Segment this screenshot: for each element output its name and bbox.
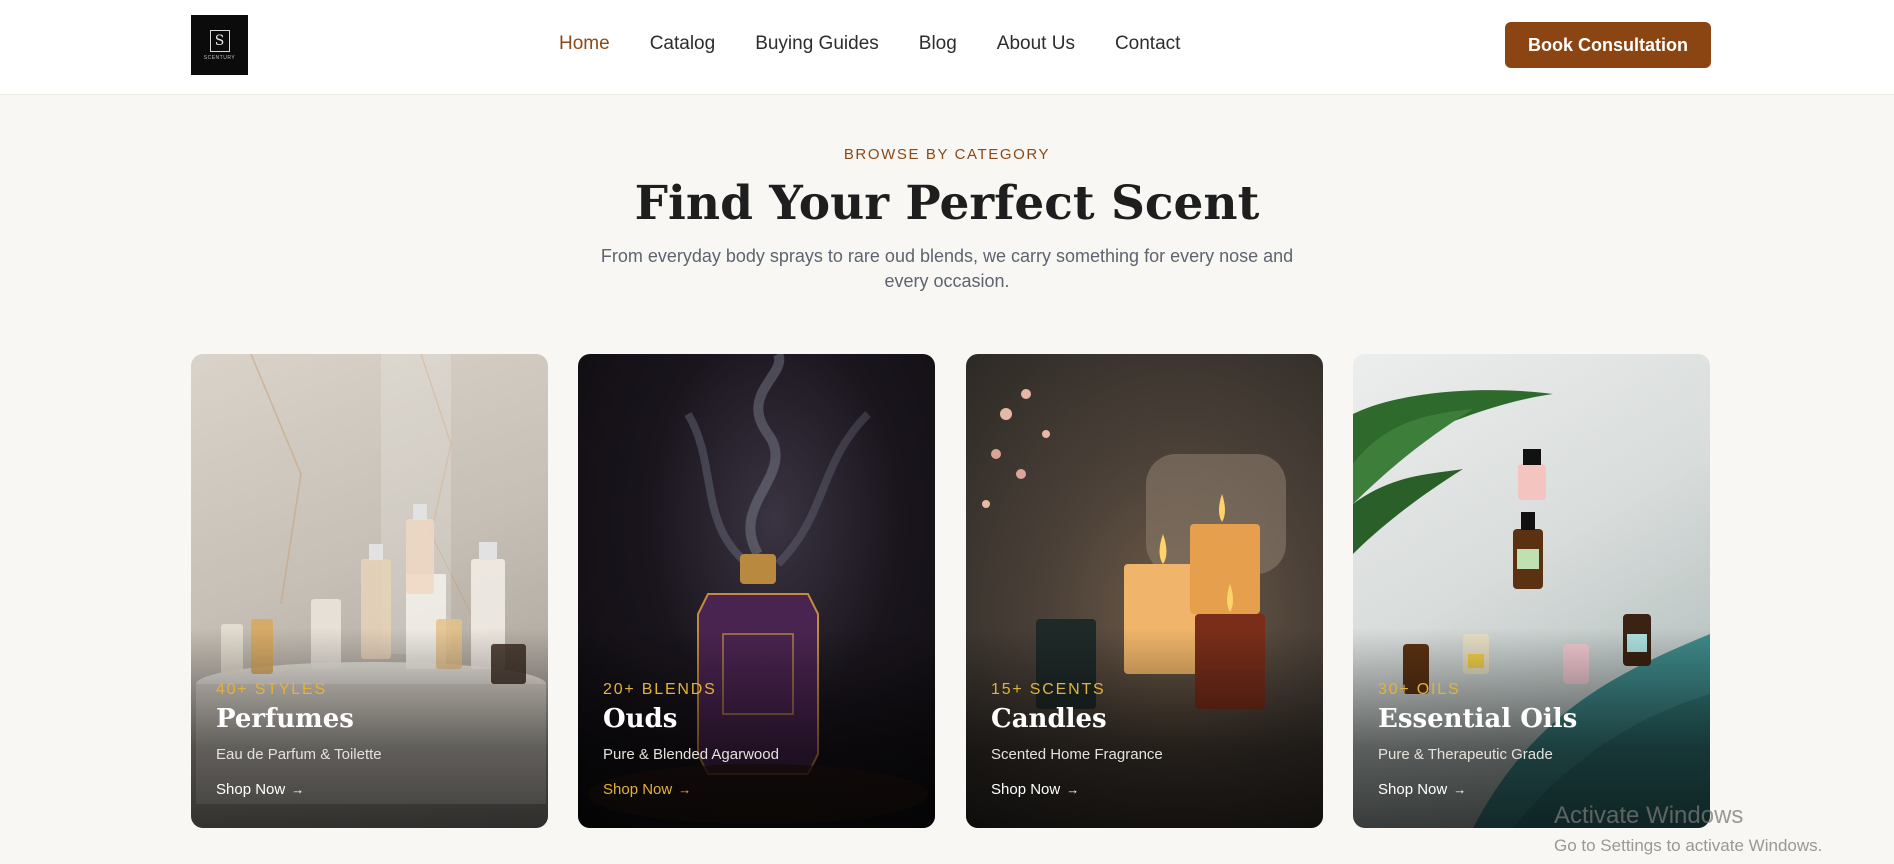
card-title: Ouds [603,704,678,734]
category-card-candles[interactable]: 15+ SCENTS Candles Scented Home Fragranc… [966,354,1323,828]
main-nav: Home Catalog Buying Guides Blog About Us… [559,33,1220,55]
logo-wordmark: SCENTURY [203,54,236,61]
activate-windows-hint: Go to Settings to activate Windows. [1554,836,1823,855]
shop-now-link[interactable]: Shop Now → [1378,781,1466,798]
arrow-right-icon: → [291,782,305,797]
card-description: Scented Home Fragrance [991,746,1163,763]
arrow-right-icon: → [1066,782,1080,797]
nav-blog[interactable]: Blog [919,33,957,55]
shop-now-label: Shop Now [603,781,673,798]
card-title: Perfumes [216,704,354,734]
category-card-perfumes[interactable]: 40+ STYLES Perfumes Eau de Parfum & Toil… [191,354,548,828]
card-badge: 40+ STYLES [216,681,327,698]
section-subtitle: From everyday body sprays to rare oud bl… [600,246,1294,291]
nav-catalog[interactable]: Catalog [650,33,716,55]
card-title: Candles [991,704,1107,734]
shop-now-link[interactable]: Shop Now → [216,781,304,798]
shop-now-link[interactable]: Shop Now → [991,781,1079,798]
card-badge: 20+ BLENDS [603,681,717,698]
brand-logo[interactable]: S SCENTURY [191,15,248,75]
nav-buying-guides[interactable]: Buying Guides [755,33,879,55]
section-eyebrow: BROWSE BY CATEGORY [843,146,1051,163]
card-description: Pure & Blended Agarwood [603,746,779,763]
nav-home[interactable]: Home [559,33,610,55]
site-header: S SCENTURY Home Catalog Buying Guides Bl… [0,0,1894,95]
shop-now-label: Shop Now [216,781,286,798]
shop-now-label: Shop Now [991,781,1061,798]
card-description: Pure & Therapeutic Grade [1378,746,1553,763]
category-card-ouds[interactable]: 20+ BLENDS Ouds Pure & Blended Agarwood … [578,354,935,828]
card-title: Essential Oils [1378,704,1578,734]
arrow-right-icon: → [1453,782,1467,797]
card-badge: 15+ SCENTS [991,681,1106,698]
logo-monogram: S [209,29,230,52]
activate-windows-title: Activate Windows [1554,802,1744,829]
nav-about-us[interactable]: About Us [997,33,1075,55]
nav-contact[interactable]: Contact [1115,33,1180,55]
shop-now-link[interactable]: Shop Now → [603,781,691,798]
section-title: Find Your Perfect Scent [634,176,1260,231]
card-description: Eau de Parfum & Toilette [216,746,382,763]
arrow-right-icon: → [678,782,692,797]
card-badge: 30+ OILS [1378,681,1461,698]
book-consultation-button[interactable]: Book Consultation [1505,22,1711,68]
shop-now-label: Shop Now [1378,781,1448,798]
category-card-essential-oils[interactable]: 30+ OILS Essential Oils Pure & Therapeut… [1353,354,1710,828]
